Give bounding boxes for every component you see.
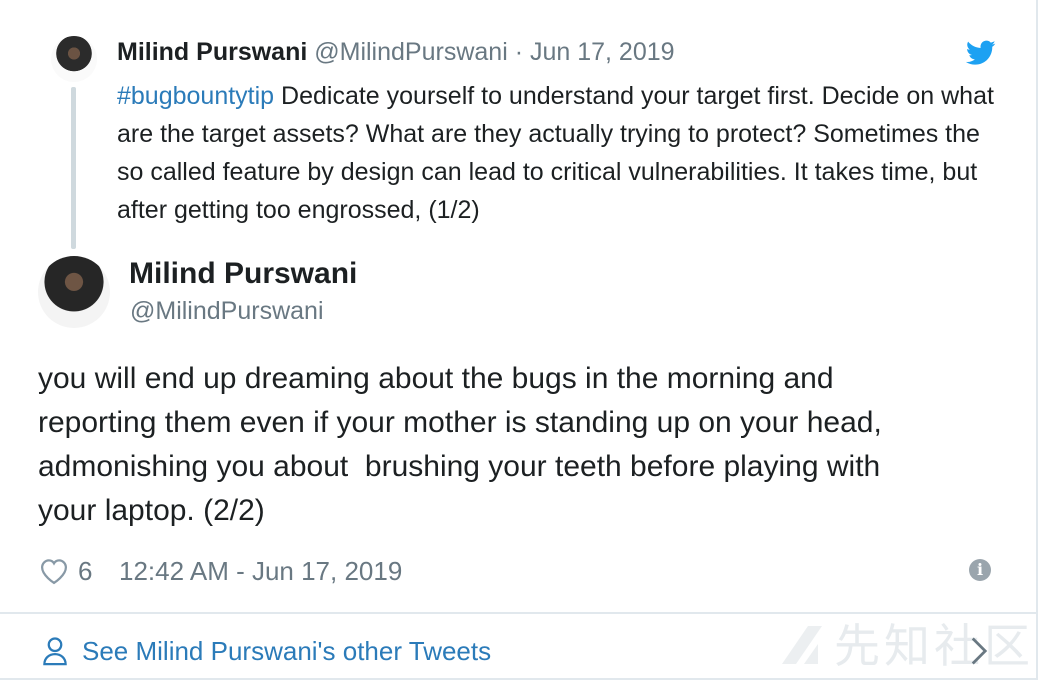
main-author-handle[interactable]: @MilindPurswani xyxy=(130,295,324,327)
chevron-right-icon[interactable] xyxy=(968,636,990,666)
twitter-bird-icon[interactable] xyxy=(966,40,996,66)
info-icon[interactable]: i xyxy=(969,559,991,581)
hashtag-link[interactable]: #bugbountytip xyxy=(117,82,274,110)
parent-author-name[interactable]: Milind Purswani xyxy=(117,38,307,66)
heart-icon[interactable] xyxy=(39,557,69,585)
parent-tweet-text: #bugbountytip Dedicate yourself to under… xyxy=(117,77,1007,229)
parent-tweet-header: Milind Purswani @MilindPurswani · Jun 17… xyxy=(117,36,675,68)
watermark-logo-icon xyxy=(782,626,822,664)
like-count[interactable]: 6 xyxy=(78,554,92,588)
main-author-name[interactable]: Milind Purswani xyxy=(129,256,357,292)
main-tweet-text: you will end up dreaming about the bugs … xyxy=(38,362,882,527)
parent-tweet-meta[interactable]: @MilindPurswani · Jun 17, 2019 xyxy=(314,38,674,66)
thread-connector-line xyxy=(71,87,76,249)
see-other-tweets-link[interactable]: See Milind Purswani's other Tweets xyxy=(82,634,491,668)
footer-divider xyxy=(0,612,1038,614)
parent-author-avatar[interactable] xyxy=(51,36,97,82)
watermark-text: 先知社区 xyxy=(834,619,1034,673)
person-icon xyxy=(43,637,67,666)
tweet-timestamp[interactable]: 12:42 AM - Jun 17, 2019 xyxy=(119,554,402,588)
embedded-tweet-card: Milind Purswani @MilindPurswani · Jun 17… xyxy=(0,0,1038,680)
main-author-avatar[interactable] xyxy=(38,256,110,328)
